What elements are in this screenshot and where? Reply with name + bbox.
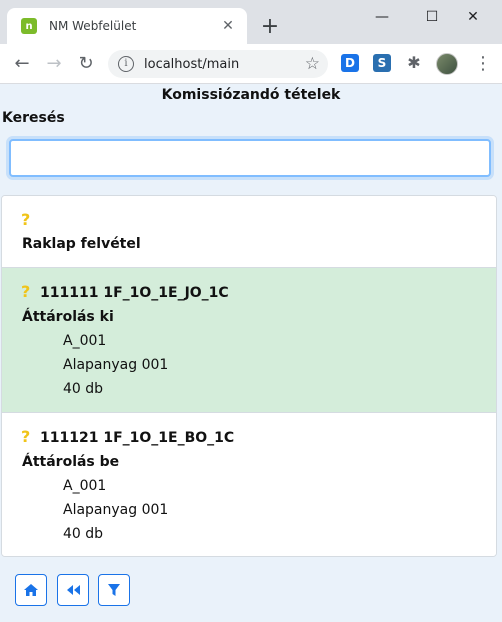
item-code: 111111 1F_1O_1E_JO_1C: [40, 285, 229, 301]
list-item[interactable]: ? Raklap felvétel: [2, 196, 496, 268]
address-bar[interactable]: i localhost/main ☆: [108, 50, 328, 78]
extension-d-icon[interactable]: D: [341, 54, 359, 72]
extension-s-icon[interactable]: S: [373, 54, 391, 72]
item-location: A_001: [63, 478, 107, 494]
item-type: Áttárolás be: [22, 454, 120, 470]
pick-list: ? Raklap felvétel ? 111111 1F_1O_1E_JO_1…: [1, 195, 497, 557]
window-close-icon[interactable]: ✕: [458, 6, 488, 28]
filter-button[interactable]: [98, 574, 130, 606]
item-quantity: 40 db: [63, 381, 104, 397]
tab-close-icon[interactable]: ✕: [219, 17, 237, 35]
rewind-icon: [67, 585, 80, 595]
footer-toolbar: [0, 571, 502, 606]
item-type: Áttárolás ki: [22, 309, 114, 325]
item-quantity: 40 db: [63, 526, 104, 542]
search-input[interactable]: [9, 139, 491, 177]
url-text[interactable]: localhost/main: [144, 57, 239, 72]
question-icon: ?: [21, 282, 31, 301]
page-title: Komissiózandó tételek: [161, 87, 341, 103]
home-icon: [24, 584, 38, 596]
list-item[interactable]: ? 111121 1F_1O_1E_BO_1C Áttárolás be A_0…: [2, 413, 496, 556]
bookmark-star-icon[interactable]: ☆: [305, 54, 320, 74]
home-button[interactable]: [15, 574, 47, 606]
browser-toolbar: ← → ↻ i localhost/main ☆ D S ✱ ⋮: [0, 44, 502, 84]
info-icon[interactable]: i: [118, 56, 134, 72]
new-tab-icon[interactable]: +: [258, 16, 282, 40]
question-icon: ?: [21, 427, 31, 446]
search-label: Keresés: [2, 110, 65, 126]
item-material: Alapanyag 001: [63, 357, 169, 373]
browser-tab[interactable]: n NM Webfelület ✕: [7, 8, 247, 44]
extensions-puzzle-icon[interactable]: ✱: [405, 54, 423, 72]
profile-avatar[interactable]: [436, 53, 458, 75]
back-arrow-icon[interactable]: ←: [10, 52, 34, 76]
question-icon: ?: [21, 210, 31, 229]
kebab-menu-icon[interactable]: ⋮: [474, 52, 492, 76]
minimize-icon[interactable]: —: [367, 6, 397, 28]
filter-icon: [108, 584, 120, 596]
rewind-button[interactable]: [57, 574, 89, 606]
reload-icon[interactable]: ↻: [74, 52, 98, 76]
item-code: 111121 1F_1O_1E_BO_1C: [40, 430, 235, 446]
list-item[interactable]: ? 111111 1F_1O_1E_JO_1C Áttárolás ki A_0…: [2, 268, 496, 413]
favicon-icon: n: [21, 18, 37, 34]
browser-tabstrip: n NM Webfelület ✕ + — ☐ ✕: [0, 0, 502, 44]
tab-title: NM Webfelület: [49, 19, 137, 33]
item-material: Alapanyag 001: [63, 502, 169, 518]
item-location: A_001: [63, 333, 107, 349]
item-type: Raklap felvétel: [22, 236, 141, 252]
search-container: [0, 130, 498, 186]
forward-arrow-icon[interactable]: →: [42, 52, 66, 76]
page-content: Komissiózandó tételek Keresés ? Raklap f…: [0, 85, 502, 622]
maximize-icon[interactable]: ☐: [417, 6, 447, 28]
